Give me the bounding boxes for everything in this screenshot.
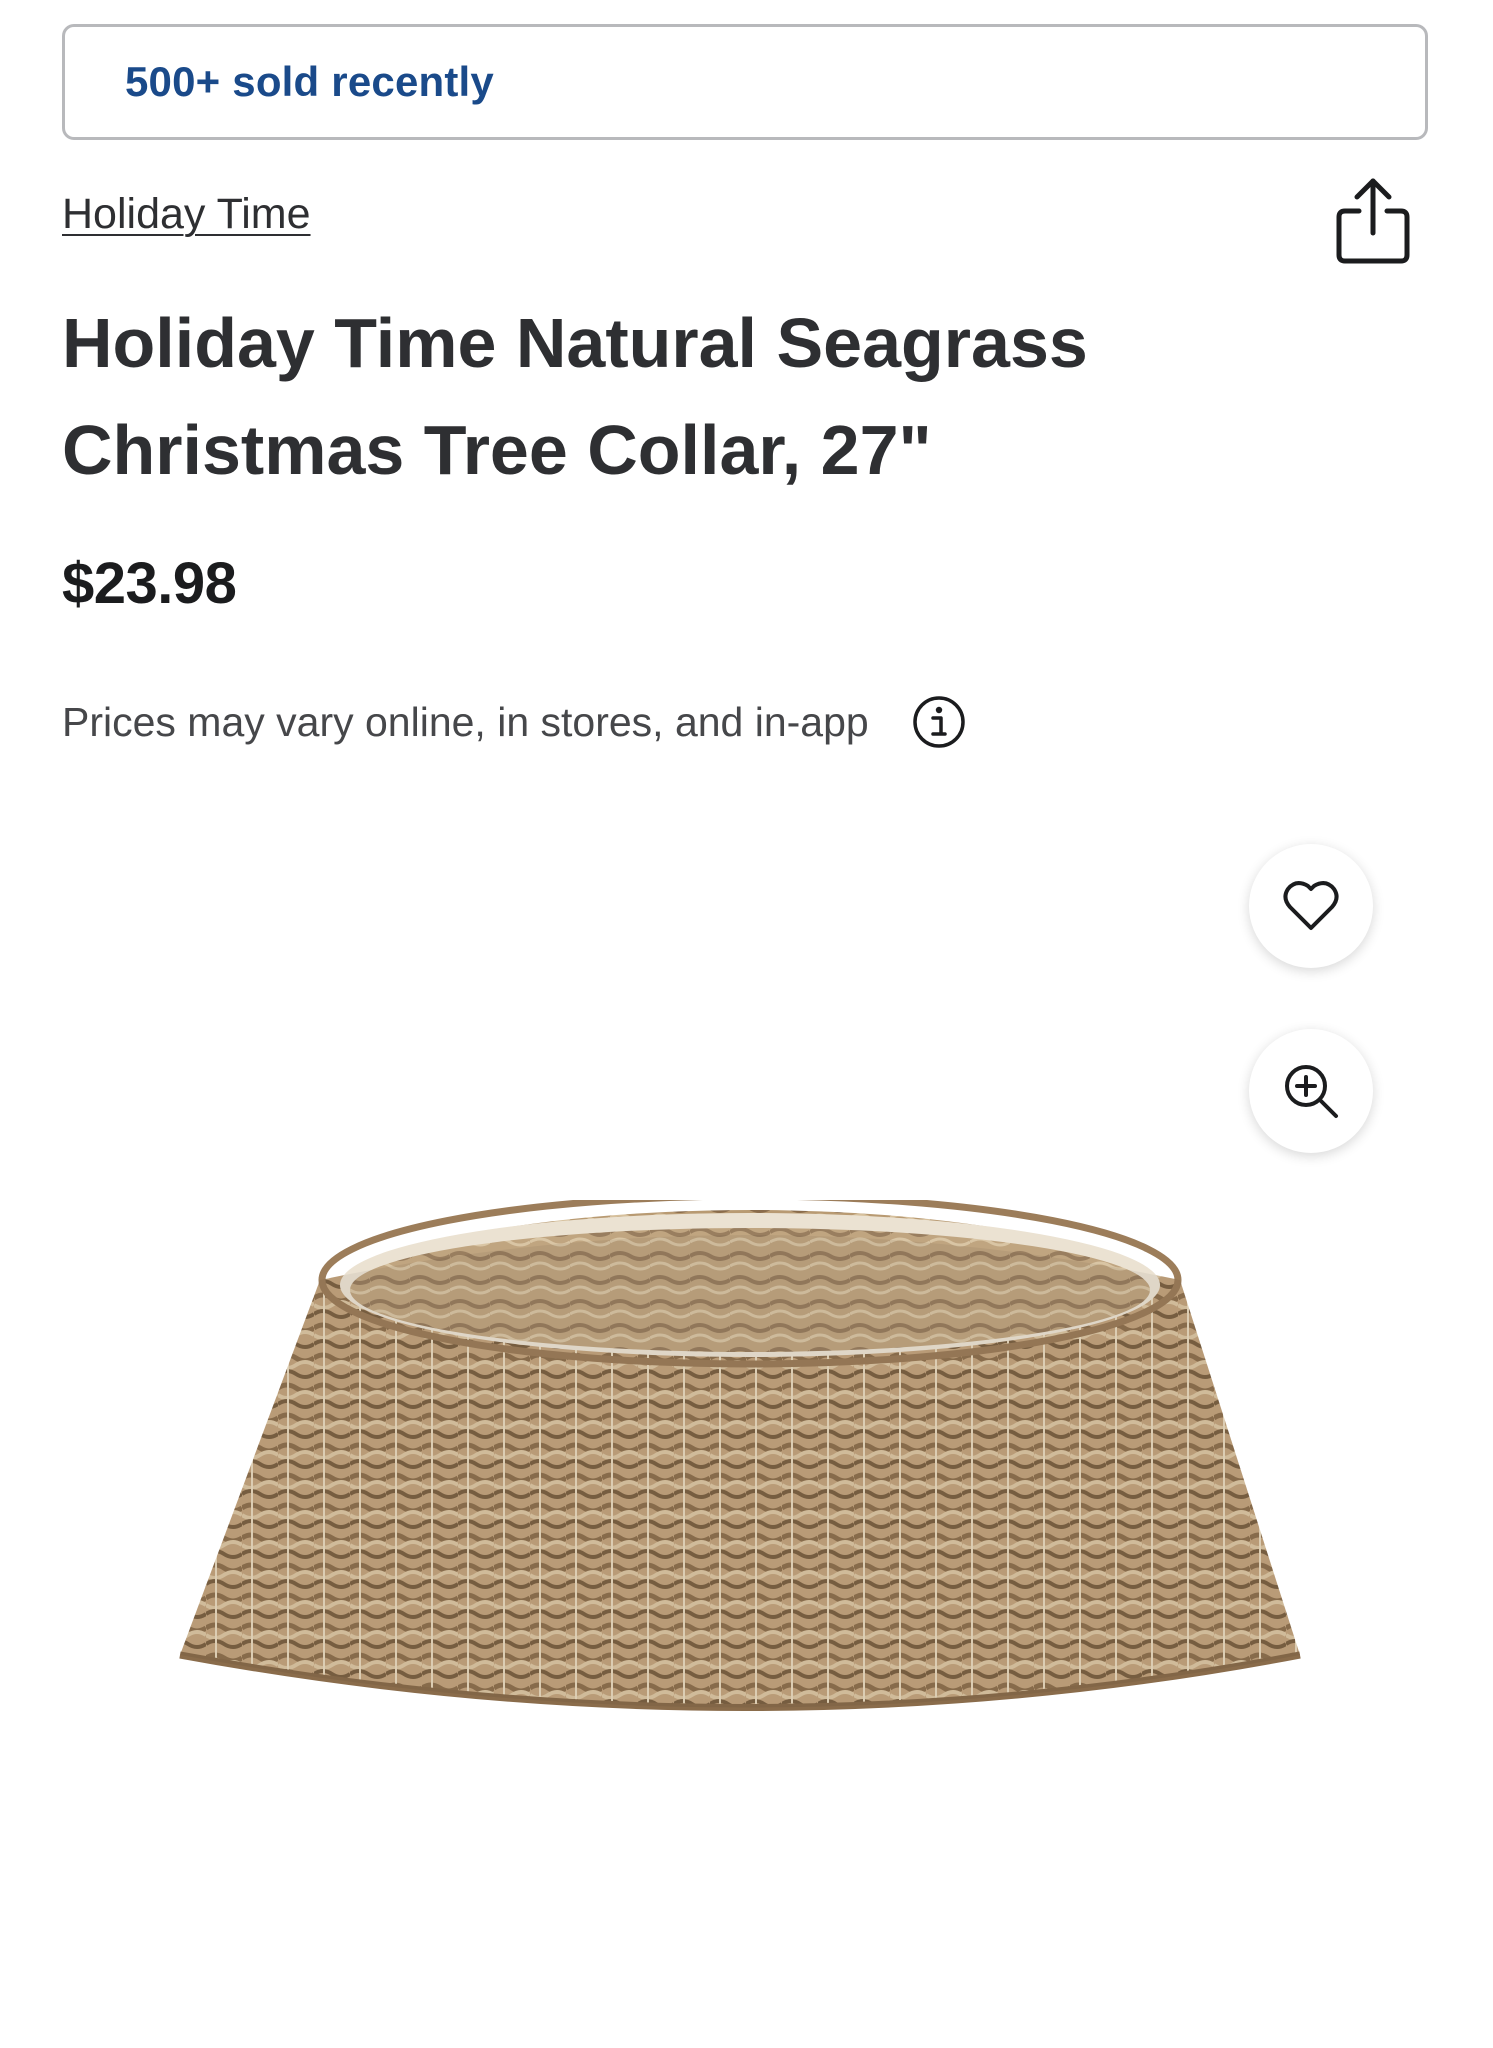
product-price: $23.98	[62, 551, 237, 616]
heart-icon	[1283, 881, 1339, 930]
price-note-row: Prices may vary online, in stores, and i…	[62, 694, 967, 750]
brand-link[interactable]: Holiday Time	[62, 190, 311, 239]
info-icon	[912, 696, 965, 748]
zoom-in-icon	[1285, 1065, 1338, 1118]
sold-recently-text: 500+ sold recently	[125, 58, 494, 105]
product-title: Holiday Time Natural Seagrass Christmas …	[62, 304, 1088, 489]
add-to-favorites-button[interactable]	[1249, 844, 1373, 968]
zoom-image-button[interactable]	[1249, 1029, 1373, 1153]
product-image-area[interactable]	[0, 820, 1493, 2048]
sold-recently-banner: 500+ sold recently	[62, 24, 1428, 140]
product-image[interactable]	[170, 1200, 1310, 1720]
info-button[interactable]	[911, 694, 967, 750]
share-button[interactable]	[1325, 172, 1421, 268]
share-icon	[1336, 178, 1410, 264]
price-disclaimer: Prices may vary online, in stores, and i…	[62, 698, 869, 745]
